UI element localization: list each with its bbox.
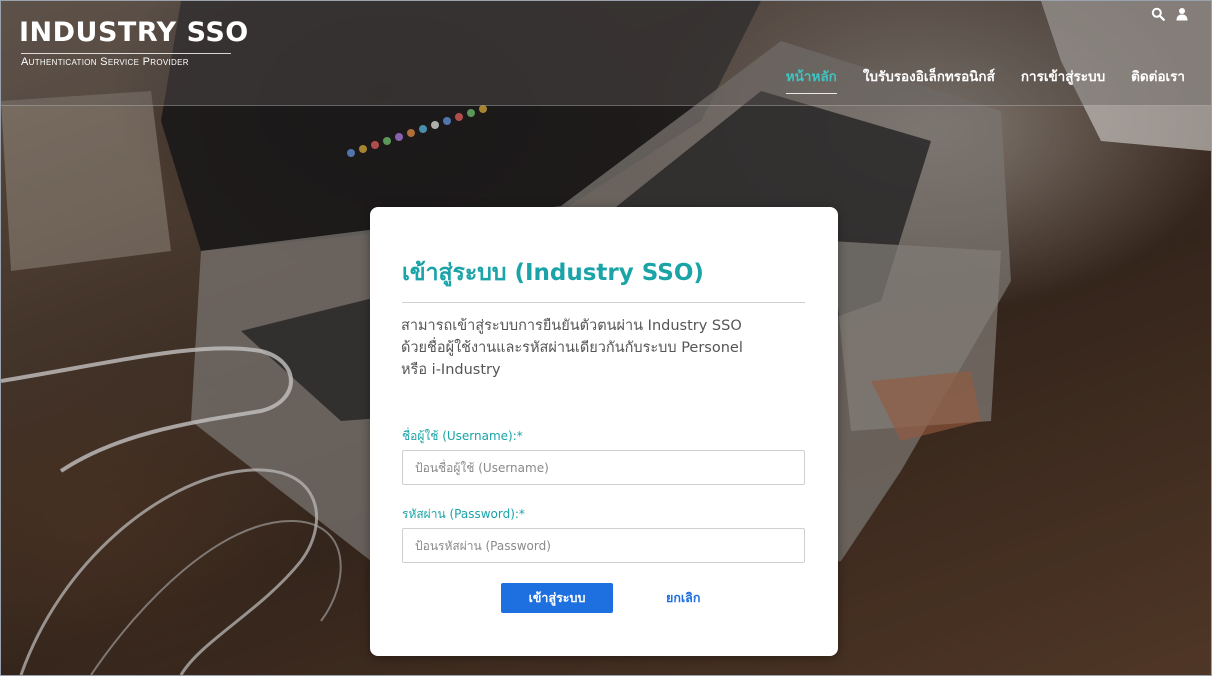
login-title: เข้าสู่ระบบ (Industry SSO): [402, 260, 704, 286]
main-nav: หน้าหลัก ใบรับรองอิเล็กทรอนิกส์ การเข้าส…: [785, 65, 1185, 94]
description-line: หรือ i-Industry: [401, 362, 501, 378]
page-frame: INDUSTRY SSO Authentication Service Prov…: [0, 0, 1212, 676]
top-icons: [1151, 7, 1189, 21]
description-line: ด้วยชื่อผู้ใช้งานและรหัสผ่านเดียวกันกับร…: [401, 340, 743, 356]
username-label: ชื่อผู้ใช้ (Username):*: [402, 429, 523, 443]
login-card: เข้าสู่ระบบ (Industry SSO) สามารถเข้าสู่…: [370, 207, 838, 656]
cancel-button[interactable]: ยกเลิก: [666, 588, 700, 608]
login-button[interactable]: เข้าสู่ระบบ: [501, 583, 613, 613]
nav-item-e-certificate[interactable]: ใบรับรองอิเล็กทรอนิกส์: [863, 65, 995, 94]
username-input[interactable]: [402, 450, 805, 485]
brand-subtitle: Authentication Service Provider: [21, 53, 231, 68]
brand-title[interactable]: INDUSTRY SSO: [19, 17, 249, 48]
search-icon[interactable]: [1151, 7, 1165, 21]
description-line: สามารถเข้าสู่ระบบการยืนยันตัวตนผ่าน Indu…: [401, 318, 742, 334]
password-label: รหัสผ่าน (Password):*: [402, 507, 525, 521]
nav-item-home[interactable]: หน้าหลัก: [785, 65, 837, 94]
nav-item-login[interactable]: การเข้าสู่ระบบ: [1021, 65, 1105, 94]
user-icon[interactable]: [1175, 7, 1189, 21]
password-input[interactable]: [402, 528, 805, 563]
nav-item-contact[interactable]: ติดต่อเรา: [1131, 65, 1185, 94]
login-description: สามารถเข้าสู่ระบบการยืนยันตัวตนผ่าน Indu…: [401, 315, 821, 381]
site-header: INDUSTRY SSO Authentication Service Prov…: [1, 1, 1211, 106]
title-divider: [402, 302, 805, 303]
